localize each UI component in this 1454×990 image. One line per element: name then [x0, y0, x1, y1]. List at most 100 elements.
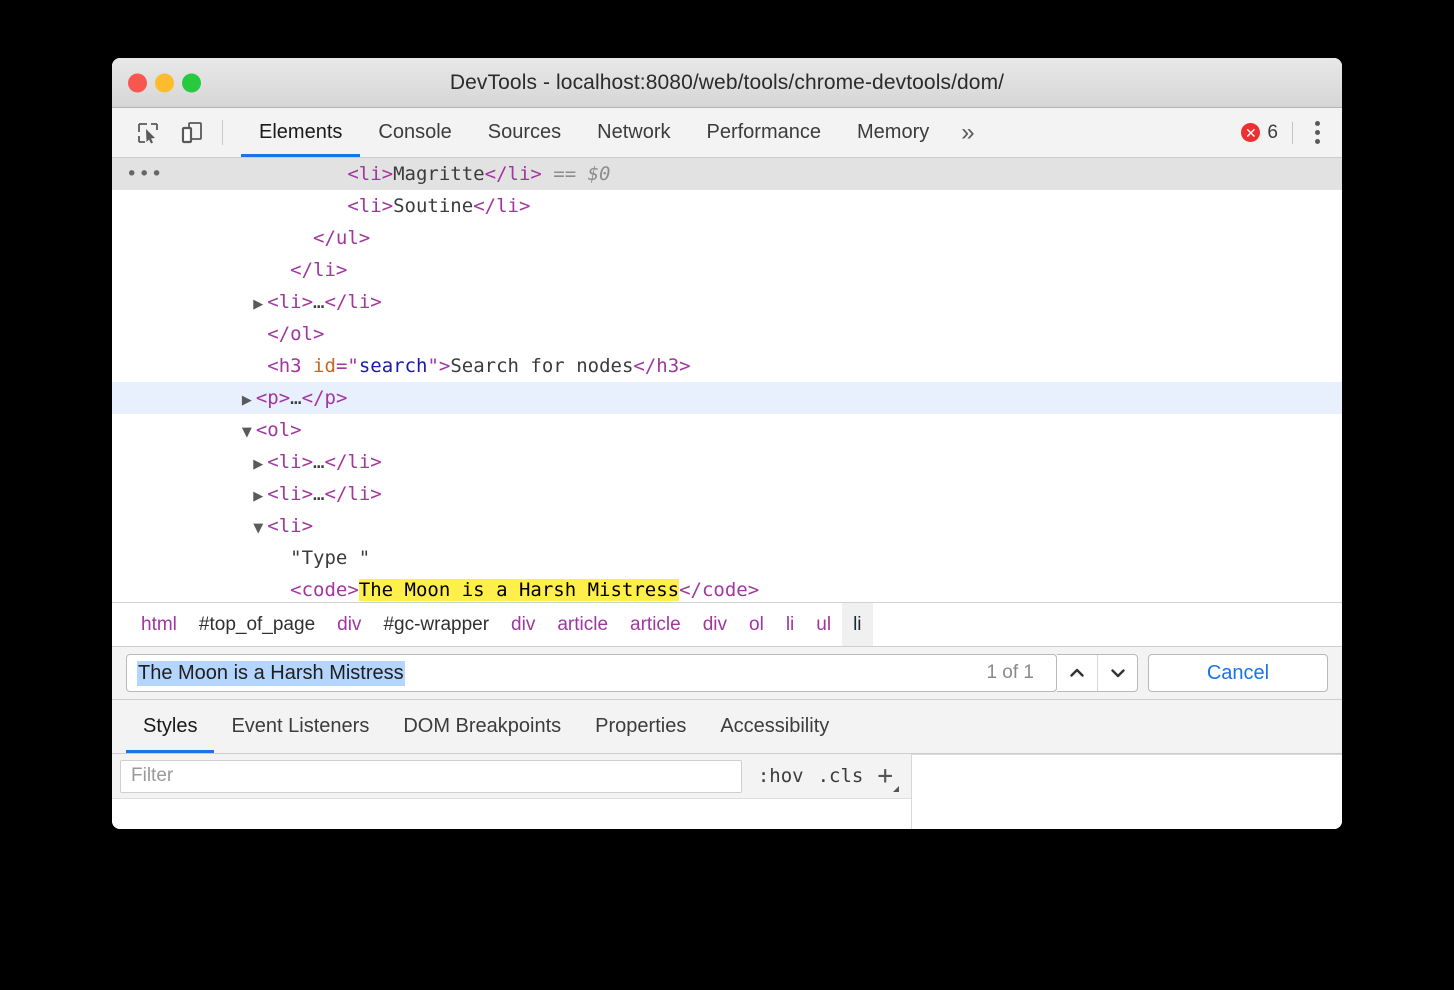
- dom-tree-row[interactable]: ▼<li>: [112, 510, 1342, 542]
- tab-console[interactable]: Console: [360, 108, 469, 157]
- dom-token-tag: </p>: [302, 387, 348, 409]
- filter-input[interactable]: Filter: [120, 760, 742, 793]
- dom-token-tag: <li>: [267, 483, 313, 505]
- row-indent: [112, 259, 272, 281]
- dom-tree-row[interactable]: </li>: [112, 254, 1342, 286]
- dom-token-tag: ">: [427, 355, 450, 377]
- pane-divider: [912, 754, 1342, 755]
- window-title: DevTools - localhost:8080/web/tools/chro…: [112, 71, 1342, 95]
- row-indent: [112, 355, 249, 377]
- hov-toggle-button[interactable]: :hov: [758, 765, 804, 787]
- more-tabs-icon[interactable]: »: [947, 108, 988, 157]
- minimize-button[interactable]: [155, 73, 174, 92]
- dom-tree[interactable]: ••• <li>Magritte</li> == $0 <li>Soutine<…: [112, 158, 1342, 602]
- devtools-toolbar: Elements Console Sources Network Perform…: [112, 108, 1342, 158]
- maximize-button[interactable]: [182, 73, 201, 92]
- styles-pane: Filter :hov .cls +: [112, 754, 1342, 829]
- breadcrumb-item[interactable]: article: [546, 608, 619, 642]
- dom-tree-row[interactable]: ▶<p>…</p>: [112, 382, 1342, 414]
- tab-properties[interactable]: Properties: [578, 700, 703, 753]
- computed-column: [912, 754, 1342, 829]
- dom-token-tag: <li>: [267, 291, 313, 313]
- device-toolbar-icon[interactable]: [170, 108, 214, 157]
- row-indent: [112, 483, 249, 505]
- dom-tree-row[interactable]: <h3 id="search">Search for nodes</h3>: [112, 350, 1342, 382]
- dom-tree-row[interactable]: </ol>: [112, 318, 1342, 350]
- dom-tree-row[interactable]: ▶<li>…</li>: [112, 478, 1342, 510]
- breadcrumb-item[interactable]: #gc-wrapper: [372, 608, 500, 642]
- chevron-up-icon[interactable]: [1057, 655, 1097, 691]
- cls-toggle-button[interactable]: .cls: [818, 765, 864, 787]
- devtools-window: DevTools - localhost:8080/web/tools/chro…: [112, 58, 1342, 829]
- dom-token-tag: =": [336, 355, 359, 377]
- dom-token-tag: <code>: [290, 579, 359, 601]
- breadcrumb-item[interactable]: li: [842, 603, 872, 647]
- breadcrumb-item[interactable]: #top_of_page: [188, 608, 326, 642]
- dom-token-tag: </li>: [290, 259, 347, 281]
- dom-tree-row[interactable]: </ul>: [112, 222, 1342, 254]
- dom-token-tag: </li>: [485, 163, 542, 185]
- search-input[interactable]: The Moon is a Harsh Mistress 1 of 1: [126, 654, 1057, 692]
- inspect-element-icon[interactable]: [126, 108, 170, 157]
- tab-memory[interactable]: Memory: [839, 108, 947, 157]
- row-indent: [112, 291, 249, 313]
- kebab-menu-icon[interactable]: [1307, 117, 1328, 148]
- tab-network[interactable]: Network: [579, 108, 688, 157]
- dom-token-tag: </li>: [473, 195, 530, 217]
- dom-token-tag: </li>: [325, 451, 382, 473]
- styles-rules-column: Filter :hov .cls +: [112, 754, 912, 829]
- dom-tree-row[interactable]: "Type ": [112, 542, 1342, 574]
- twisty-collapsed-icon[interactable]: ▶: [249, 481, 267, 513]
- close-button[interactable]: [128, 73, 147, 92]
- twisty-expanded-icon[interactable]: ▼: [238, 417, 256, 449]
- new-style-rule-button[interactable]: +: [877, 763, 899, 789]
- error-count: 6: [1267, 122, 1278, 144]
- breadcrumb-item[interactable]: ul: [805, 608, 842, 642]
- dom-tree-row[interactable]: <code>The Moon is a Harsh Mistress</code…: [112, 574, 1342, 602]
- dom-tree-row[interactable]: ▶<li>…</li>: [112, 286, 1342, 318]
- tab-event-listeners[interactable]: Event Listeners: [214, 700, 386, 753]
- dom-tree-row[interactable]: <li>Soutine</li>: [112, 190, 1342, 222]
- tab-dom-breakpoints[interactable]: DOM Breakpoints: [386, 700, 578, 753]
- dom-token-tag: <li>: [267, 515, 313, 537]
- breadcrumb-item[interactable]: article: [619, 608, 692, 642]
- twisty-collapsed-icon[interactable]: ▶: [249, 289, 267, 321]
- breadcrumb-item[interactable]: div: [692, 608, 738, 642]
- breadcrumb-item[interactable]: div: [500, 608, 546, 642]
- dom-token-txt: Soutine: [393, 195, 473, 217]
- search-input-value: The Moon is a Harsh Mistress: [137, 661, 405, 686]
- dom-tree-row[interactable]: ••• <li>Magritte</li> == $0: [112, 158, 1342, 190]
- dom-token-txt: …: [313, 451, 324, 473]
- twisty-expanded-icon[interactable]: ▼: [249, 513, 267, 545]
- breadcrumb-item[interactable]: html: [130, 608, 188, 642]
- row-indent: [112, 387, 238, 409]
- dom-token-tag: <p>: [256, 387, 290, 409]
- dom-token-tag: <li>: [347, 195, 393, 217]
- search-nav-buttons: [1057, 654, 1138, 692]
- toolbar-right-divider: [1292, 122, 1293, 144]
- tab-styles[interactable]: Styles: [126, 700, 214, 753]
- row-indent: [112, 195, 329, 217]
- breadcrumb-item[interactable]: ol: [738, 608, 775, 642]
- tab-sources[interactable]: Sources: [470, 108, 579, 157]
- twisty-collapsed-icon[interactable]: ▶: [238, 385, 256, 417]
- twisty-collapsed-icon[interactable]: ▶: [249, 449, 267, 481]
- search-match-highlight: The Moon is a Harsh Mistress: [359, 579, 679, 601]
- tab-accessibility[interactable]: Accessibility: [703, 700, 846, 753]
- breadcrumb-item[interactable]: div: [326, 608, 372, 642]
- dom-token-tag: </code>: [679, 579, 759, 601]
- cancel-button[interactable]: Cancel: [1148, 654, 1328, 692]
- breadcrumb-item[interactable]: li: [775, 608, 805, 642]
- dom-tree-row[interactable]: ▶<li>…</li>: [112, 446, 1342, 478]
- dom-tree-row[interactable]: ▼<ol>: [112, 414, 1342, 446]
- chevron-down-icon[interactable]: [1097, 655, 1137, 691]
- error-count-badge[interactable]: ✕ 6: [1241, 122, 1278, 144]
- styles-filter-actions: :hov .cls +: [742, 763, 911, 789]
- window-titlebar: DevTools - localhost:8080/web/tools/chro…: [112, 58, 1342, 108]
- styles-filter-row: Filter :hov .cls +: [112, 754, 911, 799]
- tab-elements[interactable]: Elements: [241, 108, 360, 157]
- sidebar-tabs: Styles Event Listeners DOM Breakpoints P…: [112, 700, 1342, 754]
- error-circle-icon: ✕: [1241, 123, 1260, 142]
- row-indent: [112, 419, 238, 441]
- tab-performance[interactable]: Performance: [689, 108, 840, 157]
